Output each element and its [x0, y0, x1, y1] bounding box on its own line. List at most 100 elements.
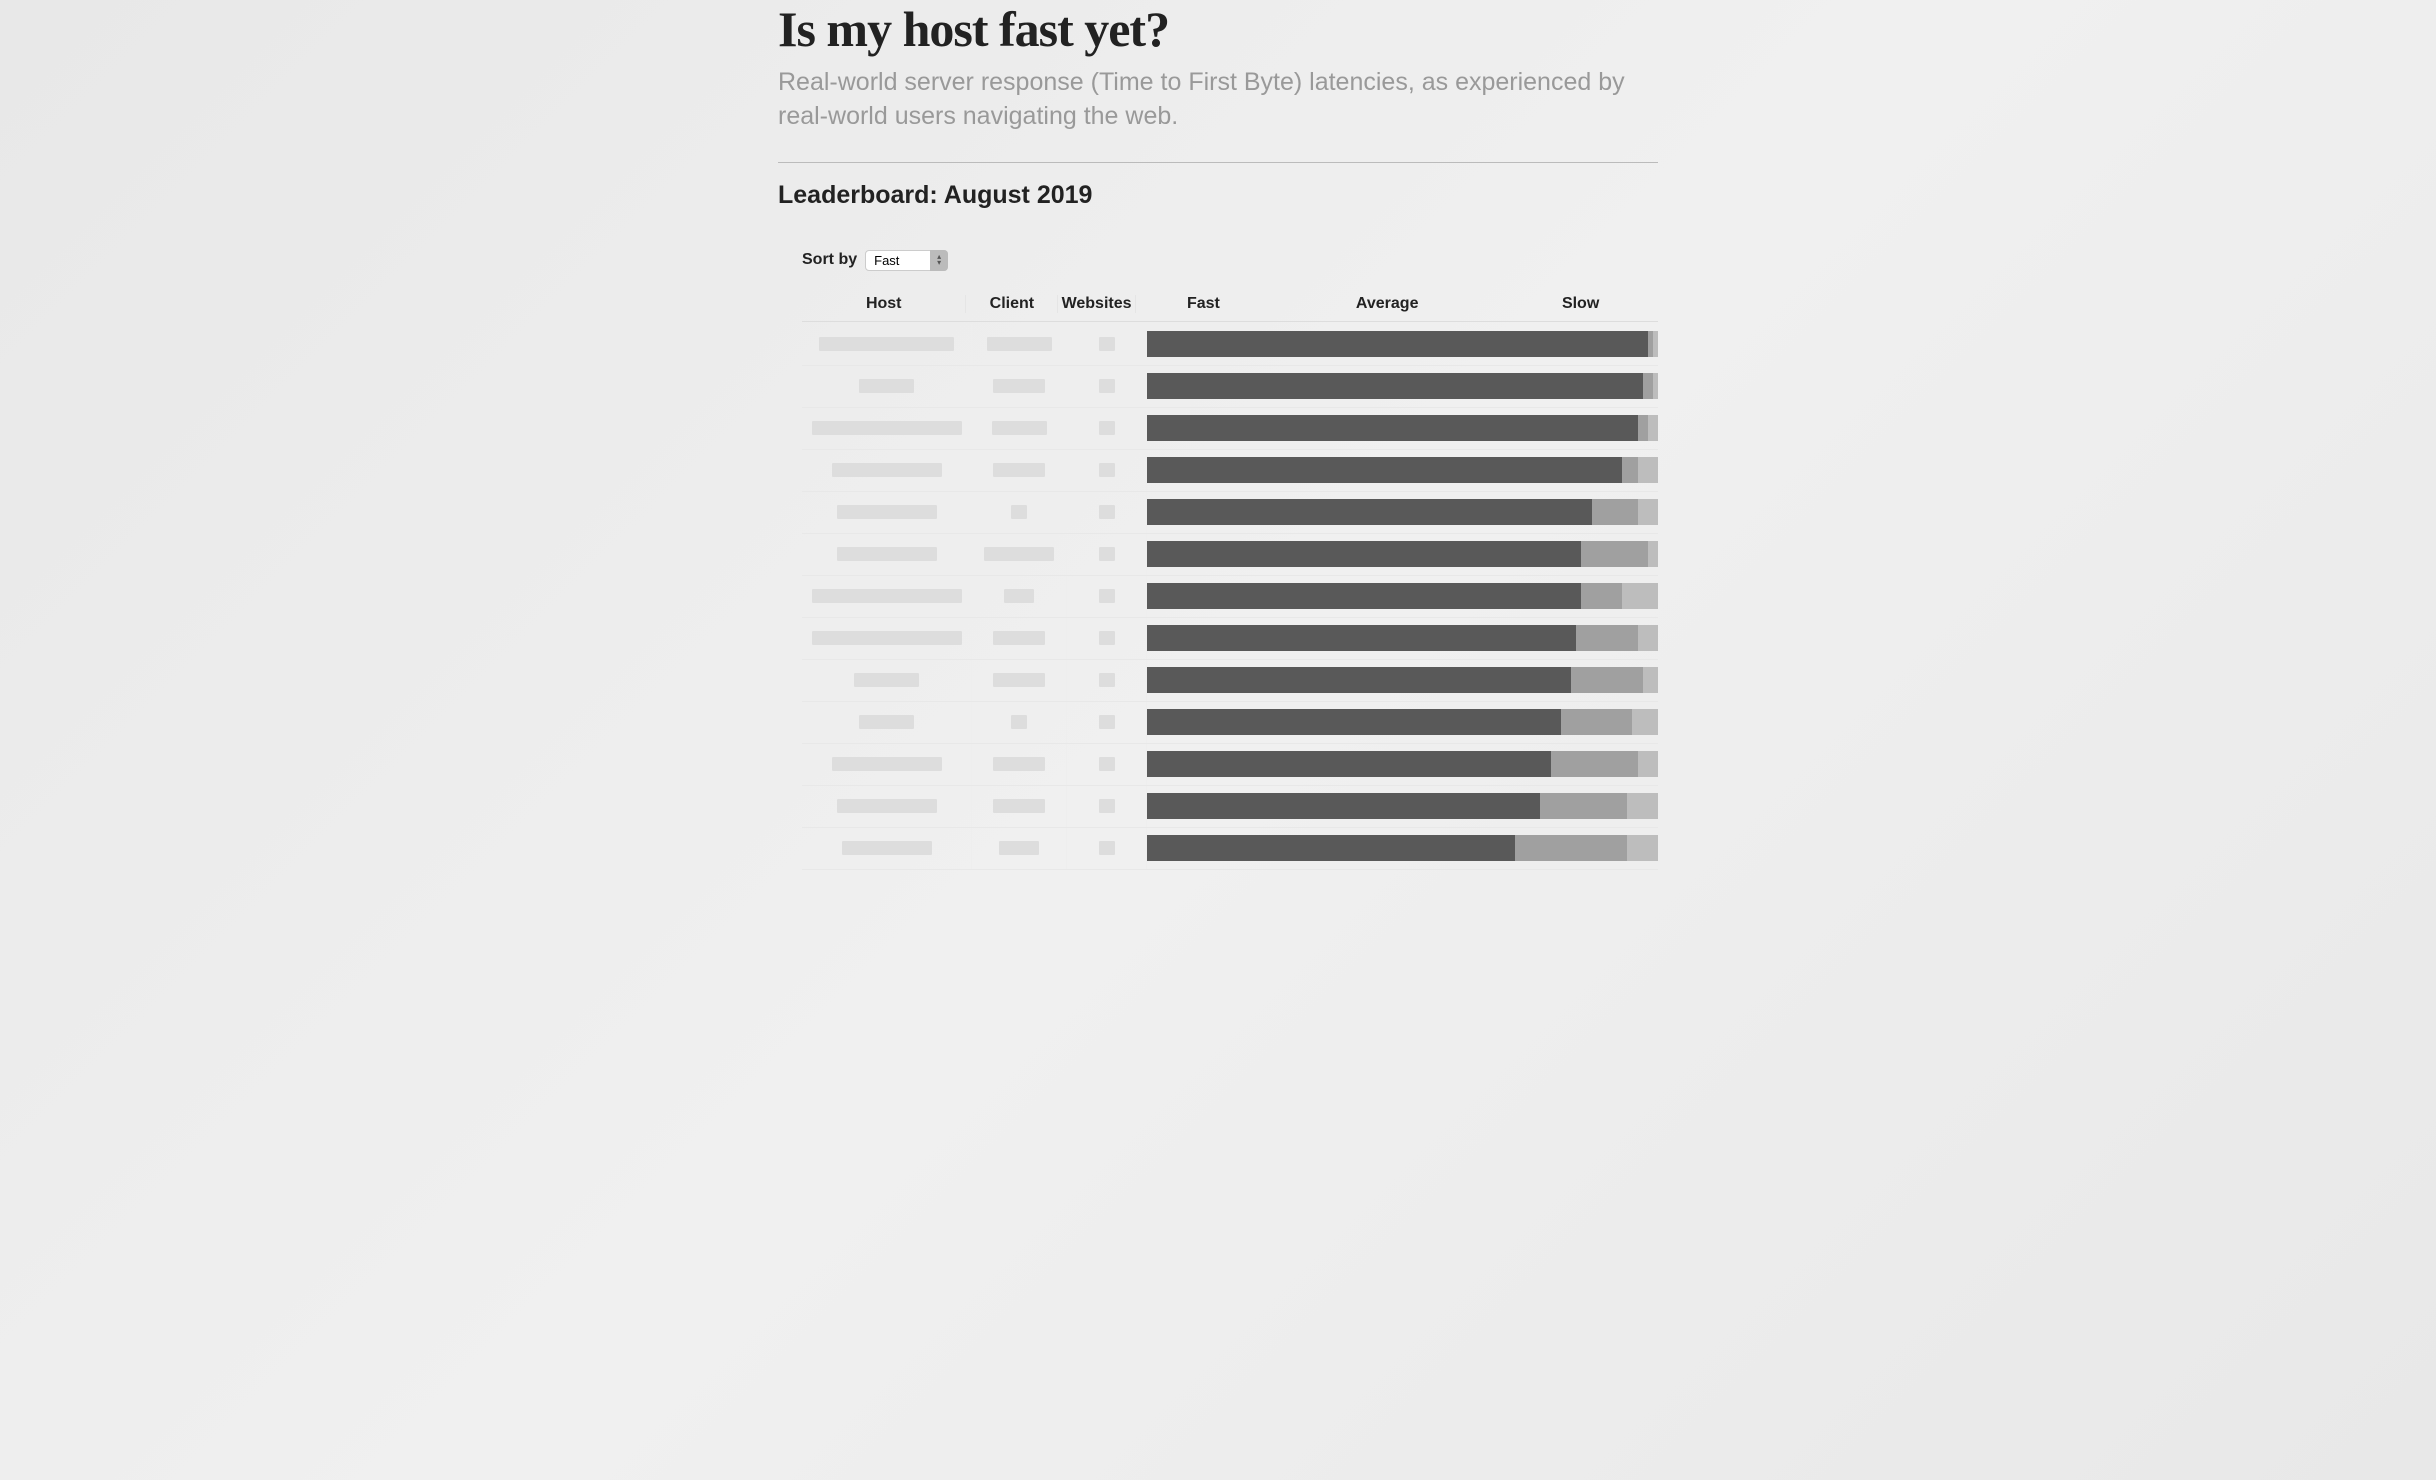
- placeholder-host: [812, 631, 962, 645]
- stacked-bar: [1147, 667, 1658, 693]
- cell-host: [802, 324, 972, 365]
- bar-segment-slow: [1653, 331, 1658, 357]
- stacked-bar: [1147, 625, 1658, 651]
- bar-segment-slow: [1622, 583, 1658, 609]
- leaderboard-title: Leaderboard: August 2019: [778, 181, 1658, 210]
- cell-host: [802, 408, 972, 449]
- placeholder-websites: [1099, 841, 1115, 855]
- bar-segment-slow: [1638, 625, 1658, 651]
- bar-segment-fast: [1147, 415, 1638, 441]
- bar-segment-slow: [1632, 709, 1658, 735]
- table-header-row: Host Client Websites Fast Average Slow: [802, 295, 1658, 322]
- bar-segment-slow: [1638, 751, 1658, 777]
- cell-websites: [1067, 408, 1147, 449]
- cell-client: [972, 492, 1067, 533]
- cell-bar: [1147, 702, 1658, 743]
- placeholder-websites: [1099, 547, 1115, 561]
- divider: [778, 162, 1658, 163]
- bar-segment-average: [1551, 751, 1638, 777]
- bar-segment-fast: [1147, 499, 1592, 525]
- placeholder-websites: [1099, 673, 1115, 687]
- bar-segment-fast: [1147, 625, 1576, 651]
- cell-client: [972, 408, 1067, 449]
- bar-segment-fast: [1147, 793, 1540, 819]
- stacked-bar: [1147, 793, 1658, 819]
- placeholder-client: [993, 757, 1045, 771]
- placeholder-client: [1004, 589, 1034, 603]
- col-header-websites: Websites: [1058, 295, 1135, 313]
- cell-host: [802, 828, 972, 869]
- stacked-bar: [1147, 541, 1658, 567]
- placeholder-host: [832, 463, 942, 477]
- stacked-bar: [1147, 751, 1658, 777]
- cell-host: [802, 576, 972, 617]
- table-row: [802, 408, 1658, 450]
- stacked-bar: [1147, 583, 1658, 609]
- table-row: [802, 366, 1658, 408]
- placeholder-host: [837, 547, 937, 561]
- cell-host: [802, 618, 972, 659]
- bar-segment-fast: [1147, 541, 1581, 567]
- bar-segment-fast: [1147, 667, 1571, 693]
- table-row: [802, 786, 1658, 828]
- cell-client: [972, 618, 1067, 659]
- stacked-bar: [1147, 835, 1658, 861]
- sort-select[interactable]: FastAverageSlow: [865, 250, 948, 271]
- placeholder-host: [837, 505, 937, 519]
- table-row: [802, 744, 1658, 786]
- cell-client: [972, 702, 1067, 743]
- placeholder-websites: [1099, 715, 1115, 729]
- page-subtitle: Real-world server response (Time to Firs…: [778, 66, 1658, 134]
- col-header-slow: Slow: [1503, 295, 1658, 313]
- cell-host: [802, 660, 972, 701]
- stacked-bar: [1147, 499, 1658, 525]
- cell-client: [972, 828, 1067, 869]
- cell-bar: [1147, 324, 1658, 365]
- cell-websites: [1067, 324, 1147, 365]
- cell-host: [802, 366, 972, 407]
- placeholder-host: [842, 841, 932, 855]
- bar-segment-average: [1576, 625, 1637, 651]
- bar-segment-fast: [1147, 835, 1515, 861]
- stacked-bar: [1147, 709, 1658, 735]
- bar-segment-slow: [1627, 835, 1658, 861]
- bar-segment-slow: [1638, 457, 1658, 483]
- placeholder-websites: [1099, 757, 1115, 771]
- col-header-fast: Fast: [1136, 295, 1271, 313]
- cell-websites: [1067, 450, 1147, 491]
- cell-bar: [1147, 744, 1658, 785]
- stacked-bar: [1147, 415, 1658, 441]
- bar-segment-average: [1561, 709, 1633, 735]
- cell-bar: [1147, 786, 1658, 827]
- bar-segment-average: [1643, 373, 1653, 399]
- table-row: [802, 618, 1658, 660]
- cell-websites: [1067, 366, 1147, 407]
- table-row: [802, 660, 1658, 702]
- cell-host: [802, 786, 972, 827]
- placeholder-host: [812, 589, 962, 603]
- bar-segment-average: [1622, 457, 1637, 483]
- cell-websites: [1067, 786, 1147, 827]
- placeholder-websites: [1099, 421, 1115, 435]
- bar-segment-fast: [1147, 751, 1551, 777]
- bar-segment-slow: [1627, 793, 1658, 819]
- sort-label: Sort by: [802, 251, 857, 269]
- stacked-bar: [1147, 373, 1658, 399]
- bar-segment-average: [1581, 583, 1622, 609]
- cell-bar: [1147, 618, 1658, 659]
- placeholder-client: [993, 799, 1045, 813]
- bar-segment-average: [1592, 499, 1638, 525]
- cell-client: [972, 576, 1067, 617]
- bar-segment-slow: [1653, 373, 1658, 399]
- col-header-average: Average: [1271, 295, 1503, 313]
- bar-segment-fast: [1147, 583, 1581, 609]
- placeholder-client: [999, 841, 1039, 855]
- cell-websites: [1067, 576, 1147, 617]
- placeholder-websites: [1099, 463, 1115, 477]
- placeholder-host: [859, 379, 914, 393]
- cell-bar: [1147, 408, 1658, 449]
- placeholder-host: [812, 421, 962, 435]
- placeholder-client: [1011, 505, 1027, 519]
- cell-client: [972, 450, 1067, 491]
- placeholder-client: [984, 547, 1054, 561]
